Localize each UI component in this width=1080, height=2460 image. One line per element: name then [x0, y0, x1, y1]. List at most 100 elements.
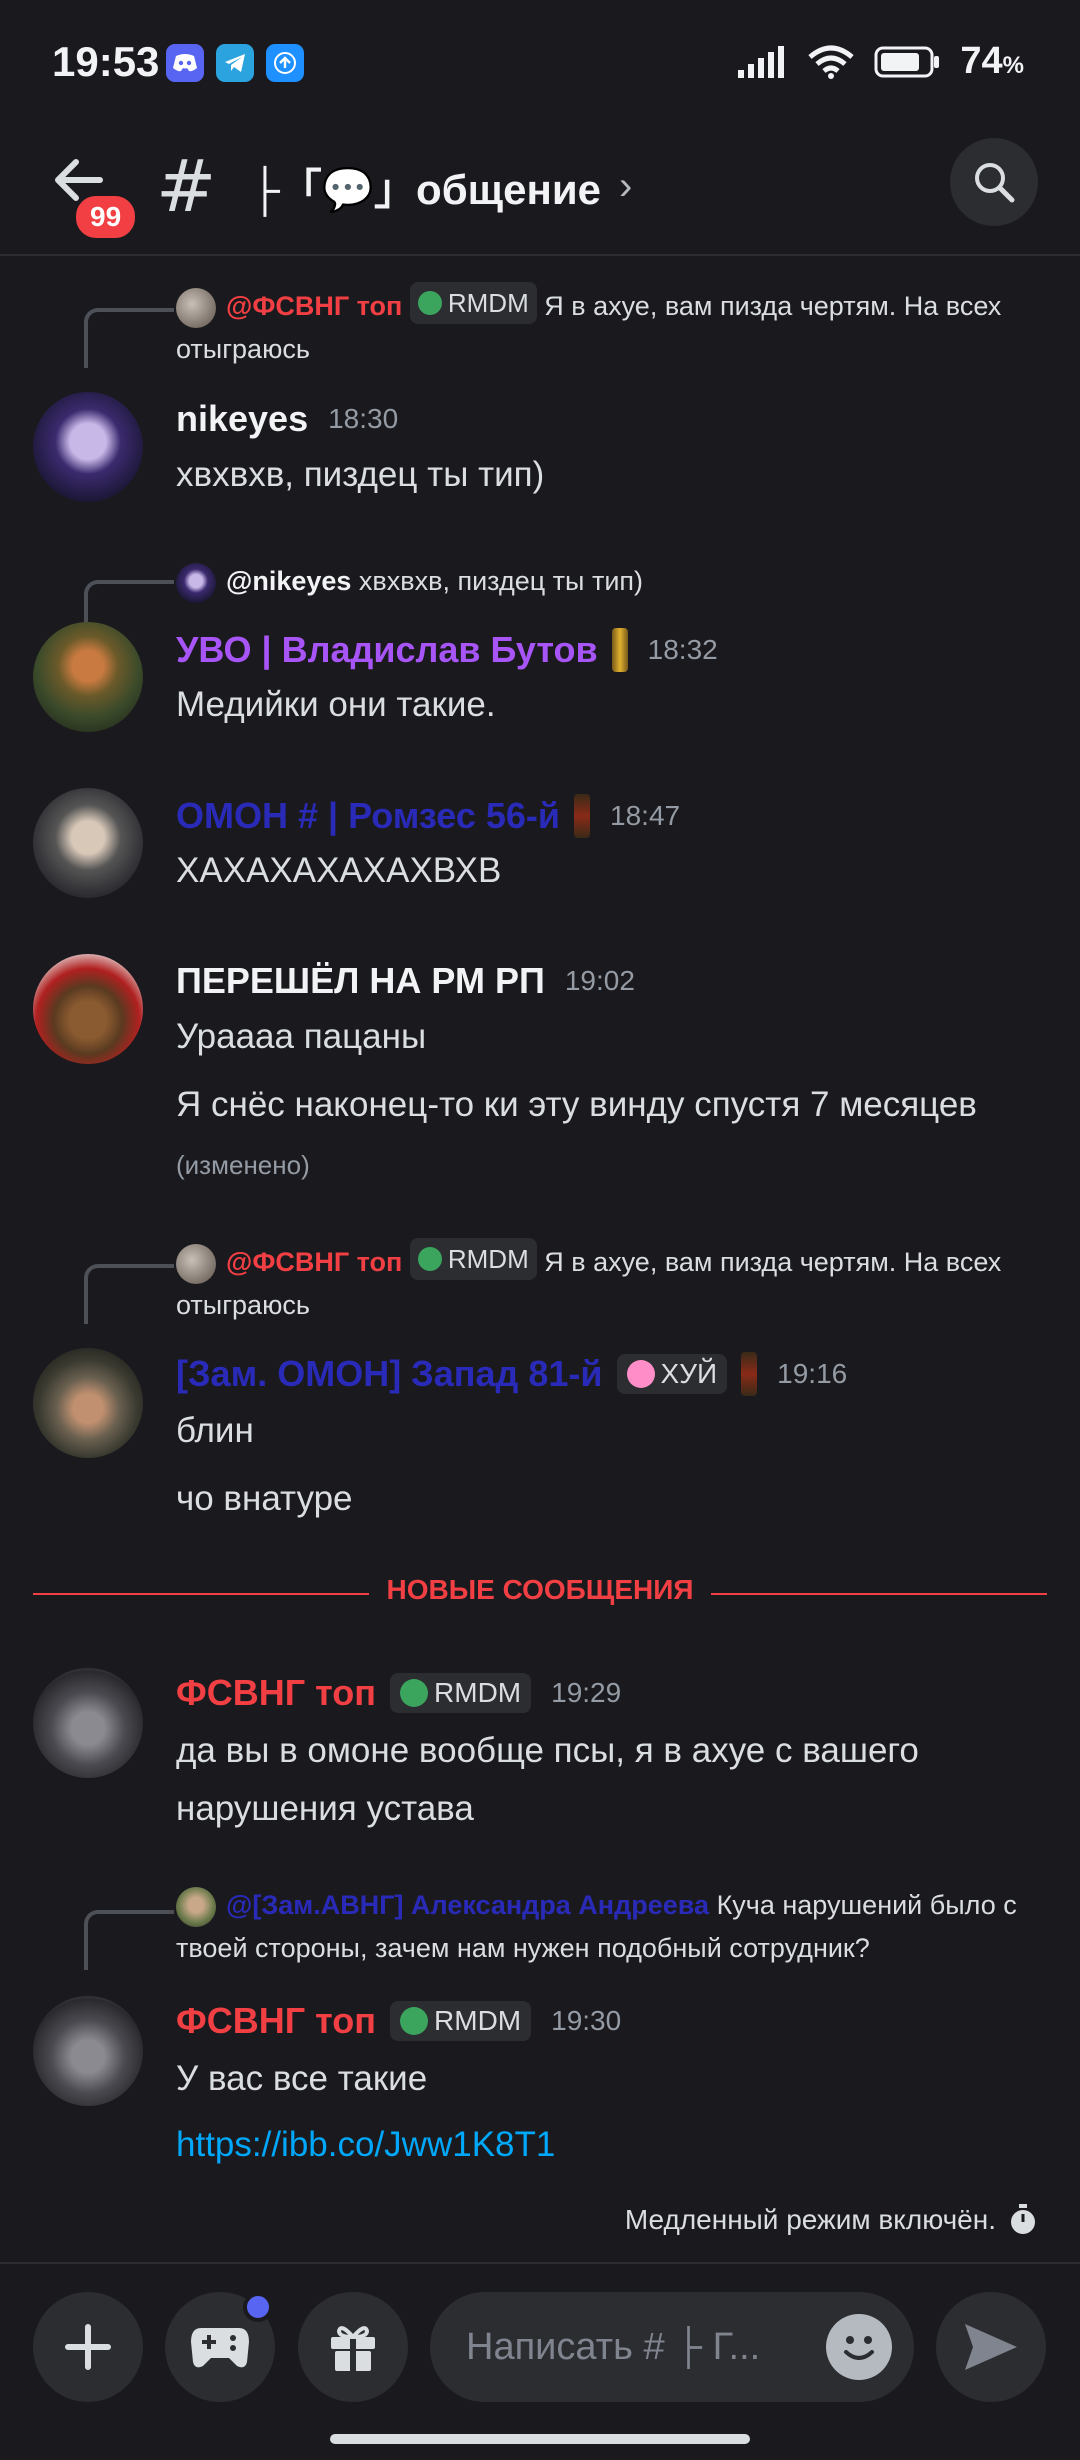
username[interactable]: ОМОН # | Ромзес 56-й: [176, 795, 560, 837]
attach-button[interactable]: [33, 2292, 143, 2402]
reply-author[interactable]: @nikeyes: [226, 566, 351, 596]
gamepad-icon: [191, 2328, 249, 2368]
plus-icon: [65, 2324, 111, 2370]
search-icon: [975, 163, 1015, 203]
message-link[interactable]: https://ibb.co/Jww1K8T1: [176, 2116, 1046, 2174]
rank-insignia-icon: [574, 794, 591, 838]
reply-spine: [84, 1910, 174, 1970]
avatar: [176, 1886, 216, 1927]
telegram-icon: [216, 44, 254, 82]
message-text: хвхвхв, пиздец ты тип): [176, 455, 545, 494]
chevron-right-icon: ›: [619, 164, 633, 208]
message-text: блин: [176, 1411, 254, 1450]
smile-icon: [844, 2336, 874, 2360]
reply-preview[interactable]: @[Зам.АВНГ] Александра Андреева Куча нар…: [176, 1884, 1056, 1969]
message-composer: [0, 2262, 1080, 2412]
timestamp: 19:29: [551, 1677, 622, 1708]
message-text: Медийки они такие.: [176, 685, 496, 724]
role-tag: RMDM: [409, 1238, 537, 1280]
stopwatch-icon: [1011, 2204, 1035, 2234]
slowmode-notice: Медленный режим включён.: [625, 2204, 1038, 2236]
avatar: [176, 562, 216, 603]
avatar[interactable]: [33, 622, 143, 732]
username[interactable]: [Зам. ОМОН] Запад 81-й: [176, 1353, 603, 1395]
channel-name: ├「💬」общение: [250, 166, 601, 213]
avatar: [176, 1243, 216, 1284]
message-text: да вы в омоне вообще псы, я в ахуе с ваш…: [176, 1731, 919, 1828]
message-text: Я снёс наконец-то ки эту винду спустя 7 …: [176, 1085, 977, 1180]
timestamp: 18:47: [610, 800, 681, 831]
message-header: УВО | Владислав Бутов 18:32: [176, 628, 718, 672]
message-header: ОМОН # | Ромзес 56-й 18:47: [176, 794, 680, 838]
status-bar: 19:53 74%: [0, 0, 1080, 130]
channel-title[interactable]: ├「💬」общение ›: [250, 156, 632, 217]
message-text: чо внатуре: [176, 1479, 353, 1518]
reply-author[interactable]: @[Зам.АВНГ] Александра Андреева: [226, 1890, 709, 1920]
channel-hash-icon: #: [156, 144, 217, 228]
skull-icon: [417, 1247, 442, 1271]
home-indicator[interactable]: [330, 2434, 750, 2444]
wifi-icon: [808, 45, 855, 79]
reply-author[interactable]: @ФСВНГ топ: [226, 291, 402, 321]
avatar[interactable]: [33, 1668, 143, 1778]
avatar[interactable]: [33, 1996, 143, 2106]
username[interactable]: ФСВНГ топ: [176, 1672, 376, 1714]
timestamp: 19:16: [777, 1358, 848, 1389]
battery-icon: [874, 46, 940, 77]
reply-spine: [84, 308, 174, 368]
role-tag: RMDM: [409, 282, 537, 324]
timestamp: 18:30: [328, 403, 399, 434]
activities-button[interactable]: [165, 2292, 275, 2402]
heart-icon: [626, 1360, 655, 1388]
send-icon: [965, 2324, 1017, 2370]
timestamp: 18:32: [647, 634, 718, 665]
gift-button[interactable]: [298, 2292, 408, 2402]
emoji-button[interactable]: [826, 2314, 892, 2380]
message-text: Ураааа пацаны: [176, 1017, 427, 1056]
message-list[interactable]: @ФСВНГ топ RMDM Я в ахуе, вам пизда черт…: [0, 256, 1080, 2250]
notification-dot: [243, 2292, 273, 2322]
edited-label: (изменено): [176, 1150, 310, 1180]
message-header: ФСВНГ топ RMDM 19:29: [176, 1672, 621, 1714]
skull-icon: [417, 291, 442, 315]
avatar: [176, 287, 216, 328]
discord-icon: [166, 44, 204, 82]
role-tag: RMDM: [390, 1673, 532, 1713]
skull-icon: [400, 1679, 429, 1707]
message-input-box[interactable]: [430, 2292, 914, 2402]
send-button[interactable]: [936, 2292, 1046, 2402]
reply-spine: [84, 1264, 174, 1324]
role-tag: RMDM: [390, 2001, 532, 2041]
timestamp: 19:02: [564, 965, 635, 996]
avatar[interactable]: [33, 392, 143, 502]
rank-insignia-icon: [741, 1352, 758, 1396]
signal-icon: [738, 45, 785, 78]
avatar[interactable]: [33, 1348, 143, 1458]
reply-preview[interactable]: @ФСВНГ топ RMDM Я в ахуе, вам пизда черт…: [176, 282, 1056, 370]
message-header: nikeyes 18:30: [176, 398, 398, 440]
new-messages-divider: НОВЫЕ СООБЩЕНИЯ: [33, 1574, 1047, 1614]
avatar[interactable]: [33, 954, 143, 1064]
username[interactable]: ФСВНГ топ: [176, 2000, 376, 2042]
message-text: У вас все такие: [176, 2059, 428, 2098]
reply-preview[interactable]: @ФСВНГ топ RMDM Я в ахуе, вам пизда черт…: [176, 1238, 1056, 1326]
search-button[interactable]: [950, 138, 1038, 226]
upload-icon: [266, 44, 304, 82]
message-input[interactable]: [466, 2292, 826, 2402]
username[interactable]: УВО | Владислав Бутов: [176, 629, 598, 671]
message-header: ПЕРЕШЁЛ НА РМ РП 19:02: [176, 960, 635, 1002]
status-time: 19:53: [52, 38, 160, 85]
rank-insignia-icon: [611, 628, 628, 672]
skull-icon: [400, 2007, 429, 2035]
avatar[interactable]: [33, 788, 143, 898]
username[interactable]: nikeyes: [176, 398, 308, 440]
reply-text: хвхвхв, пиздец ты тип): [358, 566, 644, 596]
reply-preview[interactable]: @nikeyes хвхвхв, пиздец ты тип): [176, 560, 1056, 603]
channel-header: 99 # ├「💬」общение ›: [0, 130, 1080, 256]
reply-author[interactable]: @ФСВНГ топ: [226, 1247, 402, 1277]
unread-badge: 99: [72, 192, 140, 242]
username[interactable]: ПЕРЕШЁЛ НА РМ РП: [176, 960, 545, 1002]
message-header: ФСВНГ топ RMDM 19:30: [176, 2000, 621, 2042]
role-tag: ХУЙ: [616, 1354, 728, 1394]
message-header: [Зам. ОМОН] Запад 81-й ХУЙ 19:16: [176, 1352, 847, 1396]
